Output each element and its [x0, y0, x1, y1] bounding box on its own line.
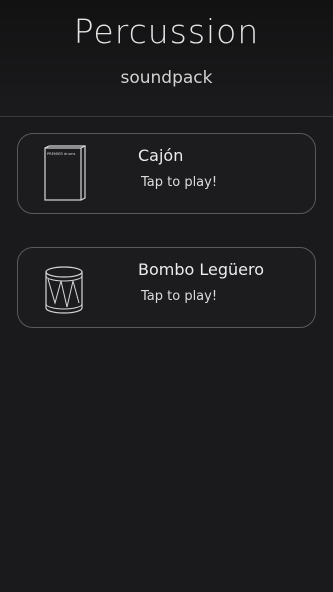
app-subtitle: soundpack — [120, 68, 213, 88]
drum-icon — [45, 266, 83, 314]
instrument-name: Bombo Legüero — [138, 260, 265, 279]
instrument-card-cajon[interactable]: PREMIER drums Cajón Tap to play! — [17, 133, 316, 214]
tap-to-play-label: Tap to play! — [141, 175, 218, 190]
app-title: Percussion — [73, 12, 260, 51]
cajon-icon: PREMIER drums — [44, 145, 86, 201]
tap-to-play-label: Tap to play! — [141, 289, 218, 304]
instrument-card-bombo[interactable]: Bombo Legüero Tap to play! — [17, 247, 316, 328]
instrument-name: Cajón — [138, 146, 184, 165]
app-header: Percussion soundpack — [0, 0, 333, 117]
cajon-brand-mark: PREMIER drums — [47, 152, 76, 156]
